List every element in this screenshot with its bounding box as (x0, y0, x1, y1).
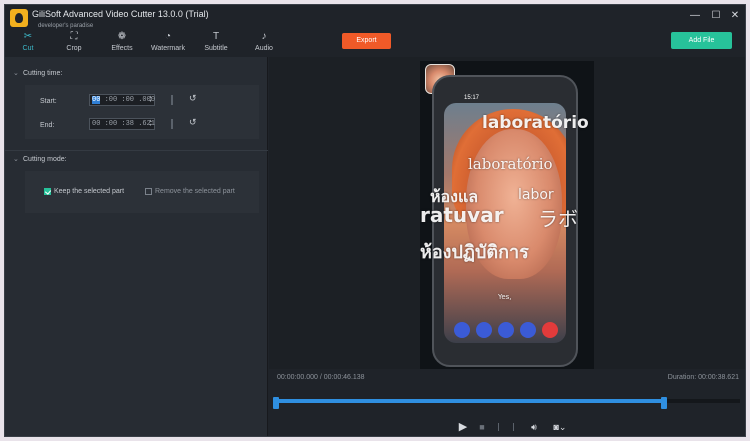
divider (498, 423, 499, 431)
crop-icon: ⛶ (70, 31, 78, 42)
tool-label: Watermark (151, 45, 185, 52)
set-start-marker-icon[interactable] (171, 95, 173, 105)
remove-selected-checkbox[interactable] (145, 188, 152, 195)
cutting-time-box: Start: 00 :00 :00 .000 ▲ ▼ ↺ End: 00 :00 … (25, 85, 259, 139)
close-button[interactable]: ✕ (727, 8, 743, 24)
watermark-icon: ◔ (164, 31, 172, 42)
app-logo-icon (10, 9, 28, 27)
overlay-text: ラボ (538, 207, 578, 231)
effects-icon: ❁ (117, 31, 127, 42)
position-readout: 00:00:00.000 / 00:00:46.138 (277, 374, 365, 381)
start-label: Start: (40, 98, 57, 105)
tool-label: Effects (111, 45, 133, 52)
app-window: GiliSoft Advanced Video Cutter 13.0.0 (T… (4, 4, 746, 437)
section-divider (5, 150, 268, 151)
window-title: GiliSoft Advanced Video Cutter 13.0.0 (T… (32, 9, 209, 19)
play-icon[interactable]: ▶ (457, 421, 469, 433)
keep-selected-checkbox[interactable] (44, 188, 51, 195)
tool-cut[interactable]: ✂ Cut (5, 31, 51, 57)
microphone-icon (476, 322, 492, 338)
tool-subtitle[interactable]: T Subtitle (193, 31, 239, 57)
scissors-icon: ✂ (23, 31, 33, 42)
overlay-text: laboratório (468, 155, 553, 173)
timeline-panel: 00:00:00.000 / 00:00:46.138 Duration: 00… (269, 369, 745, 436)
start-handle[interactable] (273, 397, 279, 409)
tool-label: Subtitle (204, 45, 228, 52)
overlay-text: labor (518, 187, 554, 203)
title-bar: GiliSoft Advanced Video Cutter 13.0.0 (T… (5, 5, 745, 29)
remove-selected-label[interactable]: Remove the selected part (155, 188, 235, 195)
overlay-text: ratuvar (420, 203, 504, 227)
duration-readout: Duration: 00:00:38.621 (667, 374, 739, 381)
speaker-icon (520, 322, 536, 338)
cutting-time-heading: Cutting time: (23, 70, 63, 77)
tool-crop[interactable]: ⛶ Crop (51, 31, 97, 57)
snapshot-icon[interactable]: ◙⌄ (551, 421, 569, 433)
reset-start-icon[interactable]: ↺ (189, 93, 197, 104)
tool-watermark[interactable]: ◔ Watermark (145, 31, 191, 57)
chevron-down-icon: ⌄ (13, 70, 19, 77)
volume-icon[interactable]: 🔊︎ (528, 421, 540, 433)
tool-effects[interactable]: ❁ Effects (99, 31, 145, 57)
timeline-track[interactable] (274, 399, 740, 403)
video-preview-area: 15:17 laboratório laboratório ห้องแล lab… (269, 57, 745, 369)
reset-end-icon[interactable]: ↺ (189, 117, 197, 128)
export-button[interactable]: Export (342, 33, 391, 49)
video-frame: 15:17 laboratório laboratório ห้องแล lab… (420, 61, 594, 369)
maximize-button[interactable]: ☐ (708, 8, 724, 24)
spinner-icon[interactable]: ▲ ▼ (148, 96, 153, 104)
tool-audio[interactable]: ♪ Audio (241, 31, 287, 57)
end-time-value: 00 :00 :38 .621 (92, 120, 156, 128)
end-time-input[interactable]: 00 :00 :38 .621 ▲ ▼ (89, 118, 155, 130)
tool-label: Crop (66, 45, 82, 52)
watermark-text: developer's paradise (38, 23, 94, 29)
divider (513, 423, 514, 431)
overlay-text: Yes, (498, 293, 512, 301)
selected-range (274, 399, 665, 403)
keep-selected-label[interactable]: Keep the selected part (54, 188, 124, 195)
minimize-button[interactable]: — (687, 8, 703, 24)
spinner-icon[interactable]: ▲ ▼ (148, 120, 153, 128)
tool-label: Audio (255, 45, 273, 52)
add-file-button[interactable]: Add File (671, 32, 732, 49)
subtitle-icon: T (212, 31, 220, 42)
cutting-mode-heading: Cutting mode: (23, 156, 67, 163)
end-label: End: (40, 122, 55, 129)
cutting-time-header[interactable]: ⌄ Cutting time: (13, 69, 62, 77)
overlay-text: laboratório (482, 113, 589, 133)
start-time-rest: :00 :00 .000 (100, 96, 156, 104)
cutting-mode-box: Keep the selected part Remove the select… (25, 171, 259, 213)
people-icon (454, 322, 470, 338)
overlay-text: ห้องปฏิบัติการ (420, 242, 529, 263)
start-time-input[interactable]: 00 :00 :00 .000 ▲ ▼ (89, 94, 155, 106)
audio-icon: ♪ (261, 31, 267, 42)
chevron-down-icon: ⌄ (13, 156, 19, 163)
record-icon (498, 322, 514, 338)
tool-label: Cut (22, 45, 34, 52)
phone-status-time: 15:17 (464, 95, 480, 101)
set-end-marker-icon[interactable] (171, 119, 173, 129)
end-handle[interactable] (661, 397, 668, 409)
settings-panel: ⌄ Cutting time: Start: 00 :00 :00 .000 ▲ ▼… (5, 57, 268, 436)
end-call-icon (542, 322, 558, 338)
cutting-mode-header[interactable]: ⌄ Cutting mode: (13, 155, 67, 163)
stop-icon[interactable]: ■ (477, 421, 487, 433)
